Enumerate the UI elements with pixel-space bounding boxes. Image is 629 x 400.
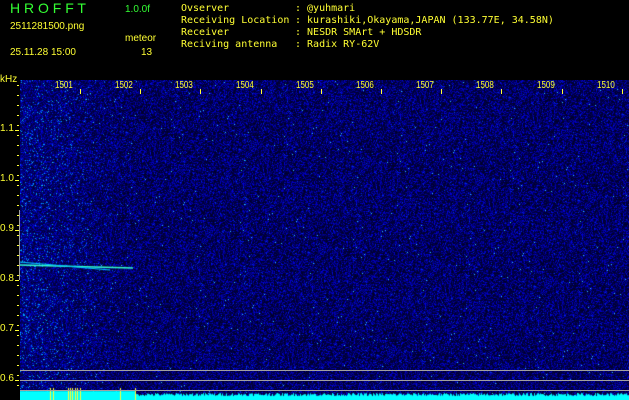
y-minor-tick (17, 245, 19, 246)
y-minor-tick (17, 385, 19, 386)
y-minor-tick (17, 225, 19, 226)
y-minor-tick (17, 305, 19, 306)
y-minor-tick (17, 95, 19, 96)
y-tick-label: 1.0 (0, 173, 14, 184)
reference-line (20, 380, 629, 381)
y-minor-tick (17, 115, 19, 116)
y-minor-tick (17, 125, 19, 126)
y-minor-tick (17, 85, 19, 86)
app-title: H R O F F T (10, 0, 86, 16)
y-minor-tick (17, 145, 19, 146)
x-tick (140, 89, 142, 94)
x-tick (80, 89, 81, 94)
x-tick (260, 89, 262, 94)
x-tick (320, 89, 322, 94)
y-minor-tick (17, 215, 19, 216)
y-minor-tick (17, 335, 19, 336)
y-minor-tick (17, 195, 19, 196)
reference-line (20, 370, 629, 371)
info-label: Receiving Location (181, 15, 290, 26)
x-tick-label: 1501 (55, 80, 73, 91)
x-tick (441, 89, 443, 94)
y-tick-label: 0.9 (0, 223, 14, 234)
y-minor-tick (17, 375, 19, 376)
y-minor-tick (17, 135, 19, 136)
y-minor-tick (17, 345, 19, 346)
x-tick (381, 89, 382, 94)
x-tick-label: 1506 (356, 80, 374, 91)
info-label: Ovserver (181, 3, 230, 14)
info-label: Reciving antenna (181, 39, 278, 50)
y-minor-tick (17, 285, 19, 286)
y-minor-tick (17, 295, 19, 296)
y-minor-tick (17, 235, 19, 236)
y-tick (15, 280, 19, 281)
y-tick-label: 0.7 (0, 323, 14, 334)
x-tick (501, 89, 503, 94)
x-tick-label: 1505 (295, 80, 314, 91)
y-minor-tick (17, 165, 19, 166)
y-tick (15, 380, 19, 381)
x-tick-label: 1504 (235, 80, 254, 91)
y-tick-label: 0.8 (0, 273, 14, 284)
y-minor-tick (17, 355, 19, 356)
x-tick (621, 89, 623, 94)
y-tick (15, 180, 19, 181)
y-minor-tick (17, 275, 19, 276)
reference-line (20, 390, 629, 391)
x-tick-label: 1508 (476, 80, 495, 91)
y-minor-tick (17, 265, 19, 266)
meteor-label: meteor (125, 33, 157, 44)
spectrogram (20, 80, 629, 400)
y-tick (15, 130, 19, 131)
x-tick-label: 1503 (175, 80, 194, 91)
y-minor-tick (17, 175, 19, 176)
y-minor-tick (17, 155, 19, 156)
y-unit: kHz (0, 74, 18, 85)
info-value: : kurashiki,Okayama,JAPAN (133.77E, 34.5… (295, 15, 554, 26)
x-tick (561, 89, 563, 94)
app-version: 1.0.0f (125, 4, 151, 15)
y-minor-tick (17, 185, 19, 186)
info-value: : NESDR SMArt + HDSDR (295, 27, 422, 38)
info-value: : @yuhmari (295, 3, 356, 14)
y-minor-tick (17, 325, 19, 326)
y-tick (15, 330, 19, 331)
y-minor-tick (17, 365, 19, 366)
meteor-marker (19, 210, 20, 280)
x-tick (200, 89, 202, 94)
info-value: : Radix RY-62V (295, 39, 380, 50)
x-tick-label: 1510 (596, 80, 615, 91)
x-tick-label: 1502 (115, 80, 133, 91)
filename: 2511281500.png (10, 21, 85, 32)
info-label: Receiver (181, 27, 230, 38)
y-minor-tick (17, 315, 19, 316)
x-tick-label: 1507 (416, 80, 434, 91)
y-minor-tick (17, 255, 19, 256)
datetime: 25.11.28 15:00 (10, 47, 76, 58)
y-minor-tick (17, 205, 19, 206)
y-tick (15, 230, 19, 231)
x-tick-label: 1509 (536, 80, 555, 91)
y-tick-label: 1.1 (0, 123, 14, 134)
meteor-count: 13 (141, 47, 153, 58)
y-tick-label: 0.6 (0, 373, 14, 384)
y-minor-tick (17, 105, 19, 106)
